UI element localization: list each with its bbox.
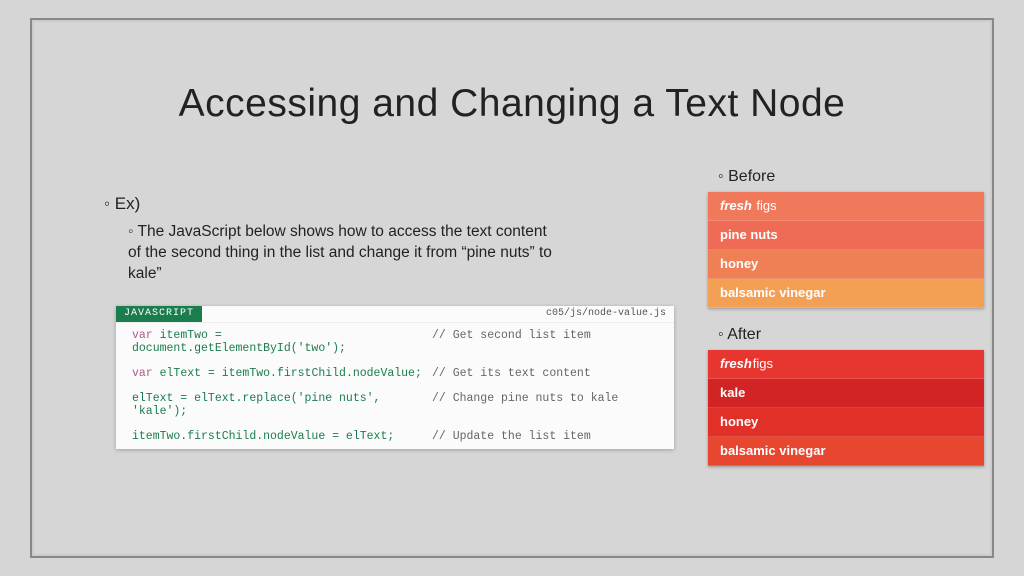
list-item: honey (708, 250, 984, 279)
code-comment: // Change pine nuts to kale (432, 392, 618, 418)
code-filepath: c05/js/node-value.js (546, 306, 674, 319)
after-list: freshfigs kale honey balsamic vinegar (708, 350, 984, 466)
before-list: fresh figs pine nuts honey balsamic vine… (708, 192, 984, 308)
code-comment: // Get second list item (432, 329, 591, 355)
left-column: Ex) The JavaScript below shows how to ac… (104, 194, 614, 285)
code-line: var itemTwo = document.getElementById('t… (116, 323, 674, 361)
code-comment: // Update the list item (432, 430, 591, 443)
list-item: freshfigs (708, 350, 984, 379)
before-label: Before (718, 168, 994, 186)
code-line: var elText = itemTwo.firstChild.nodeValu… (116, 361, 674, 386)
example-text: The JavaScript below shows how to access… (128, 222, 558, 285)
slide-frame: Accessing and Changing a Text Node Ex) T… (30, 18, 994, 558)
after-label: After (718, 326, 994, 344)
slide-title: Accessing and Changing a Text Node (32, 82, 992, 126)
code-comment: // Get its text content (432, 367, 591, 380)
list-item: balsamic vinegar (708, 279, 984, 308)
list-item: balsamic vinegar (708, 437, 984, 466)
example-label: Ex) (104, 194, 614, 214)
right-column: Before fresh figs pine nuts honey balsam… (704, 168, 994, 484)
code-line: itemTwo.firstChild.nodeValue = elText; /… (116, 424, 674, 449)
code-line: elText = elText.replace('pine nuts', 'ka… (116, 386, 674, 424)
code-lang-tag: JAVASCRIPT (116, 306, 202, 322)
list-item: pine nuts (708, 221, 984, 250)
list-item: honey (708, 408, 984, 437)
list-item: kale (708, 379, 984, 408)
list-item: fresh figs (708, 192, 984, 221)
code-block: JAVASCRIPT c05/js/node-value.js var item… (116, 306, 674, 449)
